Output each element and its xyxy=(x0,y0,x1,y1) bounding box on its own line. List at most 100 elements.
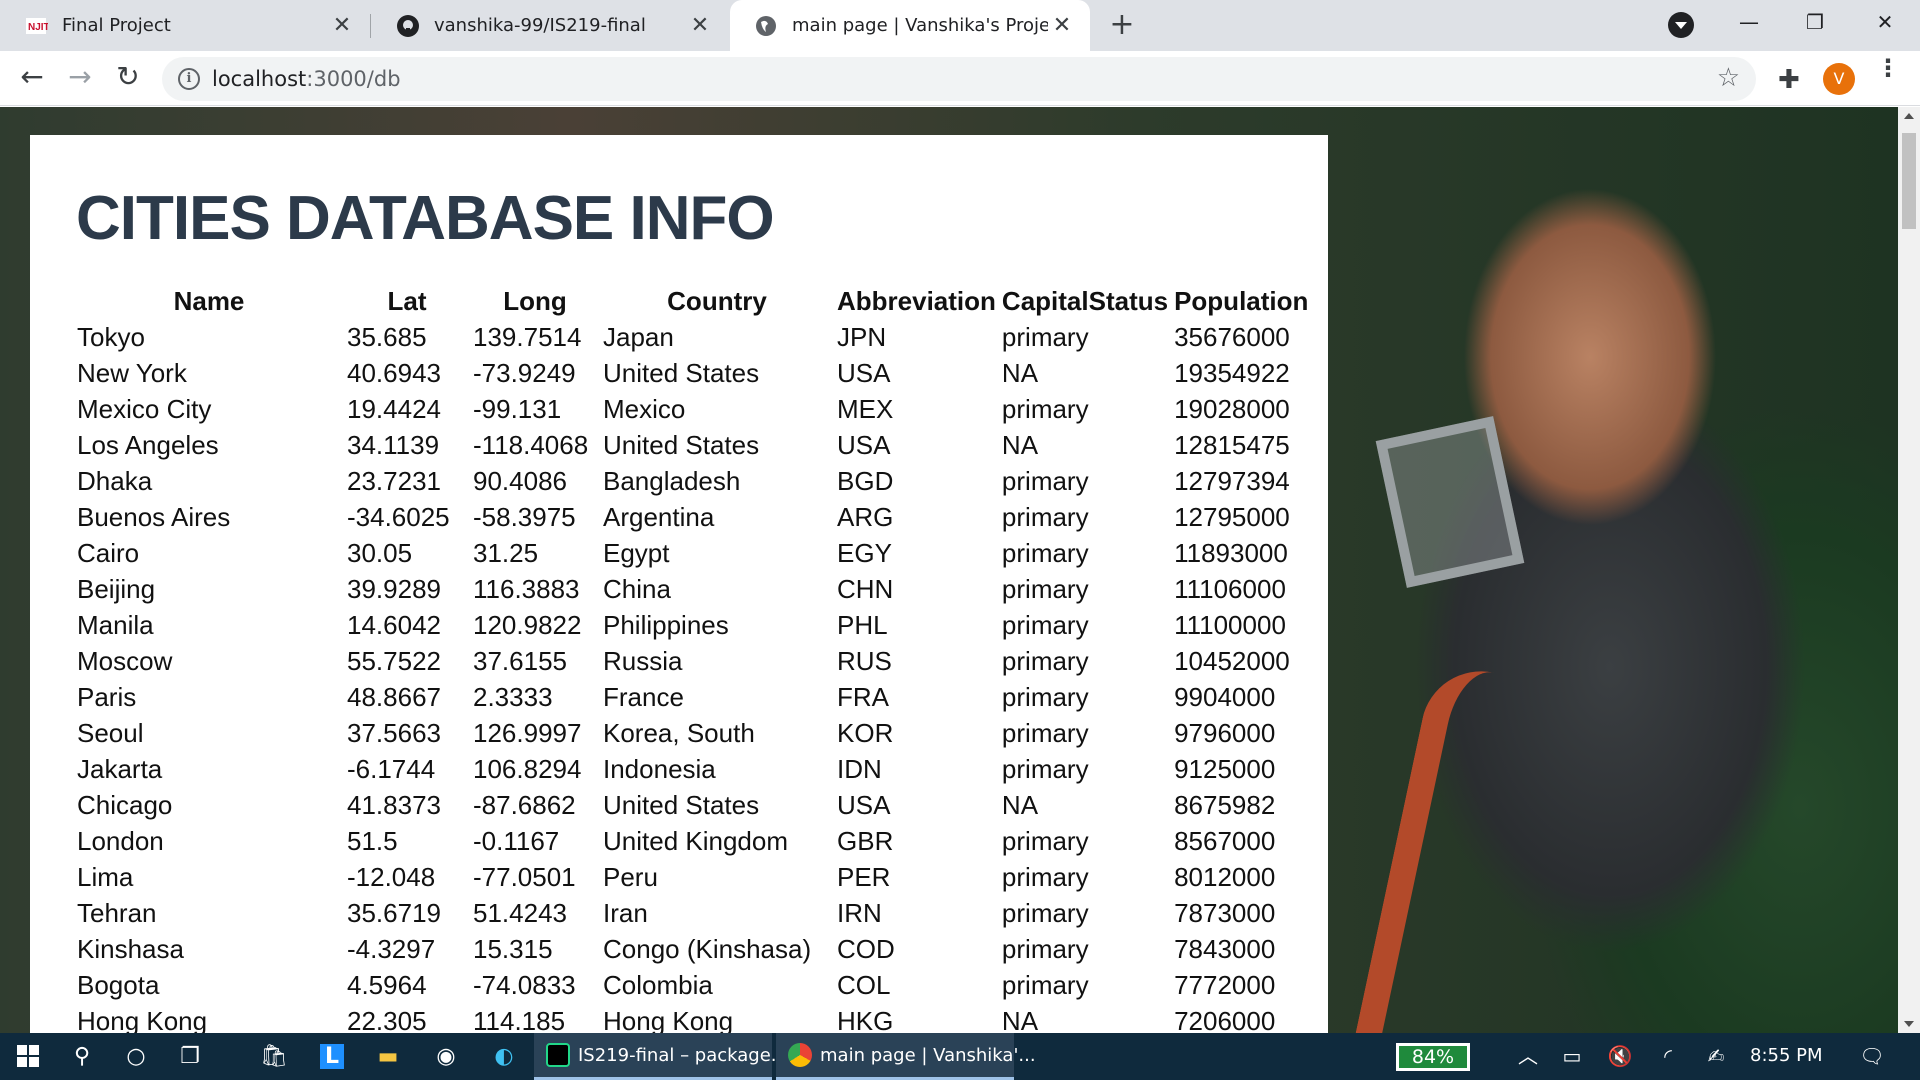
cell-name: Dhaka xyxy=(77,465,153,496)
restore-button[interactable]: ❐ xyxy=(1782,0,1848,44)
close-icon[interactable]: ✕ xyxy=(686,13,714,38)
task-view-icon[interactable]: ❐ xyxy=(162,1033,218,1080)
url-text[interactable]: localhost:3000/db xyxy=(212,67,401,91)
search-icon[interactable]: ⚲ xyxy=(54,1033,110,1080)
cell-capital-status: primary xyxy=(1001,933,1089,964)
wifi-icon[interactable]: ◜ xyxy=(1648,1033,1688,1080)
close-icon[interactable]: ✕ xyxy=(328,13,356,38)
cell-name: Buenos Aires xyxy=(77,501,231,532)
cell-name: Chicago xyxy=(77,789,173,820)
forward-button[interactable]: → xyxy=(60,57,100,97)
table-row: Cairo 30.05 31.25 Egypt EGY primary 11893000 xyxy=(74,535,1311,571)
scroll-thumb[interactable] xyxy=(1902,133,1916,229)
cell-capital-status: primary xyxy=(1001,465,1089,496)
cell-capital-status: primary xyxy=(1001,681,1089,712)
cell-country: Iran xyxy=(603,897,648,928)
table-row: Beijing 39.9289 116.3883 China CHN primary 111… xyxy=(74,571,1311,607)
taskbar-app-chrome[interactable]: main page | Vanshika'... xyxy=(776,1033,1036,1080)
cell-population: 9796000 xyxy=(1174,717,1276,748)
new-tab-button[interactable]: + xyxy=(1104,8,1140,44)
cortana-icon[interactable]: ○ xyxy=(108,1033,164,1080)
cell-lat: -12.048 xyxy=(347,861,436,892)
battery-indicator[interactable]: 84% xyxy=(1396,1043,1470,1071)
browser-toolbar: ← → ↻ i localhost:3000/db ☆ ✚ V ⋮ xyxy=(0,51,1920,106)
cell-name: Seoul xyxy=(77,717,144,748)
cell-name: Bogota xyxy=(77,969,160,1000)
cell-lat: 19.4424 xyxy=(347,393,441,424)
bookmark-star-icon[interactable]: ☆ xyxy=(1717,63,1740,93)
tab-main-page[interactable]: main page | Vanshika's Project ✕ xyxy=(730,0,1090,51)
cell-long: -99.131 xyxy=(473,393,562,424)
cell-long: 106.8294 xyxy=(473,753,582,784)
cell-population: 8675982 xyxy=(1174,789,1276,820)
cell-capital-status: primary xyxy=(1001,573,1089,604)
cell-abbreviation: IRN xyxy=(837,897,882,928)
cell-population: 19354922 xyxy=(1174,357,1290,388)
scroll-up-icon[interactable] xyxy=(1904,113,1914,119)
globe-icon xyxy=(754,14,778,38)
cell-capital-status: NA xyxy=(1001,789,1039,820)
extensions-puzzle-icon[interactable]: ✚ xyxy=(1778,65,1800,95)
close-icon[interactable]: ✕ xyxy=(1048,13,1076,38)
tab-title: vanshika-99/IS219-final xyxy=(434,15,646,36)
table-row: Los Angeles 34.1139 -118.4068 United States… xyxy=(74,427,1311,463)
cell-abbreviation: IDN xyxy=(837,753,882,784)
notification-icon[interactable]: 🗨 xyxy=(1852,1033,1892,1080)
cell-name: Jakarta xyxy=(77,753,163,784)
app-l-icon[interactable]: L xyxy=(304,1033,360,1080)
minimize-button[interactable]: — xyxy=(1716,0,1782,44)
cell-name: Los Angeles xyxy=(77,429,219,460)
background-photo xyxy=(1375,416,1525,588)
table-row: Seoul 37.5663 126.9997 Korea, South KOR prima… xyxy=(74,715,1311,751)
windows-taskbar: ⚲ ○ ❐ 🛍 L ▬ ◉ ◐ IS219-final – package...… xyxy=(0,1033,1920,1080)
cell-capital-status: NA xyxy=(1001,429,1039,460)
info-icon[interactable]: i xyxy=(178,68,200,90)
reload-button[interactable]: ↻ xyxy=(108,57,148,97)
cell-population: 8567000 xyxy=(1174,825,1276,856)
table-row: Tehran 35.6719 51.4243 Iran IRN primary 787300… xyxy=(74,895,1311,931)
address-bar[interactable]: i localhost:3000/db ☆ xyxy=(162,57,1756,101)
windows-start-icon[interactable] xyxy=(0,1033,56,1080)
cell-population: 7873000 xyxy=(1174,897,1276,928)
chrome-icon xyxy=(788,1043,812,1067)
tab-final-project[interactable]: NJIT Final Project ✕ xyxy=(0,0,370,51)
cell-abbreviation: PHL xyxy=(837,609,888,640)
page-title: CITIES DATABASE INFO xyxy=(76,184,775,253)
column-header-long: Long xyxy=(503,285,567,316)
taskbar-app-webstorm[interactable]: IS219-final – package.... xyxy=(534,1033,794,1080)
store-icon[interactable]: 🛍 xyxy=(246,1033,302,1080)
menu-icon[interactable]: ⋮ xyxy=(1876,56,1900,80)
cell-lat: 48.8667 xyxy=(347,681,441,712)
cell-abbreviation: FRA xyxy=(837,681,889,712)
cell-capital-status: primary xyxy=(1001,825,1089,856)
tab-github[interactable]: vanshika-99/IS219-final ✕ xyxy=(372,0,728,51)
pen-icon[interactable]: ✍ xyxy=(1696,1033,1736,1080)
cell-long: 90.4086 xyxy=(473,465,567,496)
cell-country: France xyxy=(603,681,684,712)
tab-search-icon[interactable] xyxy=(1668,12,1694,38)
chevron-up-icon[interactable]: ︿ xyxy=(1508,1033,1548,1080)
table-row: Mexico City 19.4424 -99.131 Mexico MEX primar… xyxy=(74,391,1311,427)
cell-long: 126.9997 xyxy=(473,717,582,748)
battery-icon[interactable]: ▭ xyxy=(1552,1033,1592,1080)
page-scrollbar[interactable] xyxy=(1898,107,1920,1033)
cell-name: Cairo xyxy=(77,537,140,568)
file-explorer-icon[interactable]: ▬ xyxy=(360,1033,416,1080)
scroll-down-icon[interactable] xyxy=(1904,1021,1914,1027)
tab-title: Final Project xyxy=(62,15,171,36)
cell-long: 31.25 xyxy=(473,537,539,568)
clock[interactable]: 8:55 PM xyxy=(1750,1045,1823,1066)
cell-abbreviation: PER xyxy=(837,861,891,892)
profile-avatar[interactable]: V xyxy=(1823,63,1855,95)
chrome-icon[interactable]: ◉ xyxy=(418,1033,474,1080)
cell-long: -74.0833 xyxy=(473,969,576,1000)
cell-country: United States xyxy=(603,429,760,460)
back-button[interactable]: ← xyxy=(12,57,52,97)
speaker-muted-icon[interactable]: 🔇 xyxy=(1600,1033,1640,1080)
cell-abbreviation: USA xyxy=(837,357,891,388)
cell-capital-status: primary xyxy=(1001,609,1089,640)
edge-icon[interactable]: ◐ xyxy=(476,1033,532,1080)
table-row: London 51.5 -0.1167 United Kingdom GBR primar… xyxy=(74,823,1311,859)
window-close-button[interactable]: ✕ xyxy=(1852,0,1918,44)
cell-country: Congo (Kinshasa) xyxy=(603,933,812,964)
